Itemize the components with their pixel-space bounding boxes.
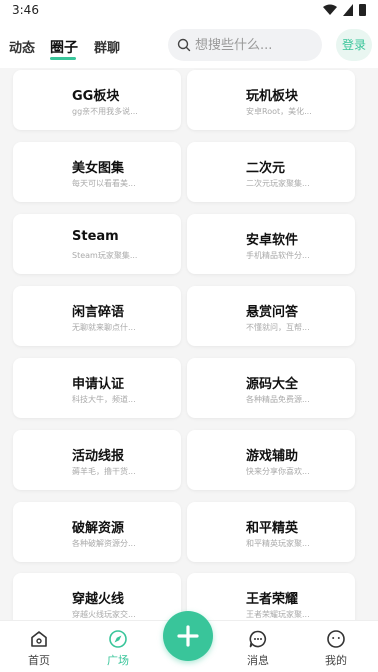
- circle-card[interactable]: 悬赏问答 不懂就问，互帮...: [187, 286, 355, 346]
- card-desc: 各种破解资源分...: [72, 539, 136, 548]
- card-desc: gg亲不用我多说...: [72, 107, 138, 116]
- card-title: 玩机板块: [246, 89, 299, 104]
- card-title: 游戏辅助: [246, 449, 299, 464]
- card-title: 活动线报: [72, 449, 125, 464]
- nav-wode[interactable]: 我的: [306, 621, 366, 672]
- circle-card[interactable]: 活动线报 薅羊毛，撸干货...: [13, 430, 181, 490]
- circle-card[interactable]: 美女图集 每天可以看看美...: [13, 142, 181, 202]
- card-title: 悬赏问答: [246, 305, 299, 320]
- card-desc: 王者荣耀玩家聚...: [246, 610, 310, 619]
- card-title: 王者荣耀: [246, 592, 299, 607]
- card-desc: 穿越火线玩家交...: [72, 610, 136, 619]
- card-desc: Steam玩家聚集...: [72, 251, 138, 260]
- active-tab-indicator: [50, 57, 76, 60]
- create-post-button[interactable]: [163, 611, 213, 661]
- nav-label: 消息: [247, 654, 269, 667]
- plus-icon: [177, 625, 199, 647]
- circle-card[interactable]: 安卓软件 手机精品软件分...: [187, 214, 355, 274]
- nav-label: 我的: [325, 654, 347, 667]
- chat-icon: [249, 630, 267, 648]
- card-desc: 二次元玩家聚集...: [246, 179, 310, 188]
- card-desc: 安卓Root，美化...: [246, 107, 312, 116]
- nav-guangchang[interactable]: 广场: [88, 621, 148, 672]
- card-title: 源码大全: [246, 377, 299, 392]
- card-title: 申请认证: [72, 377, 125, 392]
- card-title: 闲言碎语: [72, 305, 125, 320]
- tab-dongtai[interactable]: 动态: [9, 37, 35, 56]
- status-time: 3:46: [12, 3, 39, 17]
- circle-card[interactable]: 玩机板块 安卓Root，美化...: [187, 70, 355, 130]
- profile-icon: [327, 630, 345, 648]
- circle-card[interactable]: Steam Steam玩家聚集...: [13, 214, 181, 274]
- circle-card[interactable]: 源码大全 各种精品免费源...: [187, 358, 355, 418]
- login-button[interactable]: 登录: [336, 29, 372, 61]
- card-desc: 和平精英玩家聚...: [246, 539, 310, 548]
- card-desc: 无聊就来聊点什...: [72, 323, 136, 332]
- card-title: 破解资源: [72, 521, 125, 536]
- search-input[interactable]: [195, 29, 315, 61]
- circle-card[interactable]: 和平精英 和平精英玩家聚...: [187, 502, 355, 562]
- circle-card[interactable]: 穿越火线 穿越火线玩家交...: [13, 573, 181, 620]
- tab-qunliao[interactable]: 群聊: [94, 37, 120, 56]
- circle-card[interactable]: 二次元 二次元玩家聚集...: [187, 142, 355, 202]
- card-desc: 不懂就问，互帮...: [246, 323, 310, 332]
- search-box[interactable]: [168, 29, 322, 61]
- nav-label: 首页: [28, 654, 50, 667]
- circle-card[interactable]: 王者荣耀 王者荣耀玩家聚...: [187, 573, 355, 620]
- circle-card[interactable]: 闲言碎语 无聊就来聊点什...: [13, 286, 181, 346]
- card-title: 美女图集: [72, 161, 125, 176]
- card-desc: 科技大牛，频道...: [72, 395, 136, 404]
- top-bar: 动态 圈子 群聊 登录: [0, 22, 378, 68]
- nav-home[interactable]: 首页: [9, 621, 69, 672]
- nav-label: 广场: [107, 654, 129, 667]
- compass-icon: [109, 630, 127, 648]
- card-title: GG板块: [72, 89, 120, 104]
- status-bar: 3:46: [0, 0, 378, 22]
- status-icons: [323, 4, 366, 16]
- battery-icon: [359, 4, 366, 16]
- card-desc: 手机精品软件分...: [246, 251, 310, 260]
- circle-card[interactable]: 申请认证 科技大牛，频道...: [13, 358, 181, 418]
- circle-grid: GG板块 gg亲不用我多说... 玩机板块 安卓Root，美化... 美女图集 …: [0, 68, 378, 620]
- card-desc: 每天可以看看美...: [72, 179, 136, 188]
- card-title: 二次元: [246, 161, 286, 176]
- search-icon: [177, 38, 191, 52]
- circle-card[interactable]: 游戏辅助 快来分享你喜欢...: [187, 430, 355, 490]
- card-title: Steam: [72, 229, 119, 244]
- card-title: 穿越火线: [72, 592, 125, 607]
- card-desc: 薅羊毛，撸干货...: [72, 467, 136, 476]
- card-desc: 各种精品免费源...: [246, 395, 310, 404]
- nav-xiaoxi[interactable]: 消息: [228, 621, 288, 672]
- card-title: 和平精英: [246, 521, 299, 536]
- tab-quanzi[interactable]: 圈子: [50, 37, 78, 57]
- card-desc: 快来分享你喜欢...: [246, 467, 310, 476]
- wifi-icon: [323, 4, 337, 15]
- circle-card[interactable]: 破解资源 各种破解资源分...: [13, 502, 181, 562]
- circle-card[interactable]: GG板块 gg亲不用我多说...: [13, 70, 181, 130]
- home-icon: [31, 631, 47, 647]
- signal-icon: [343, 4, 353, 16]
- card-title: 安卓软件: [246, 233, 299, 248]
